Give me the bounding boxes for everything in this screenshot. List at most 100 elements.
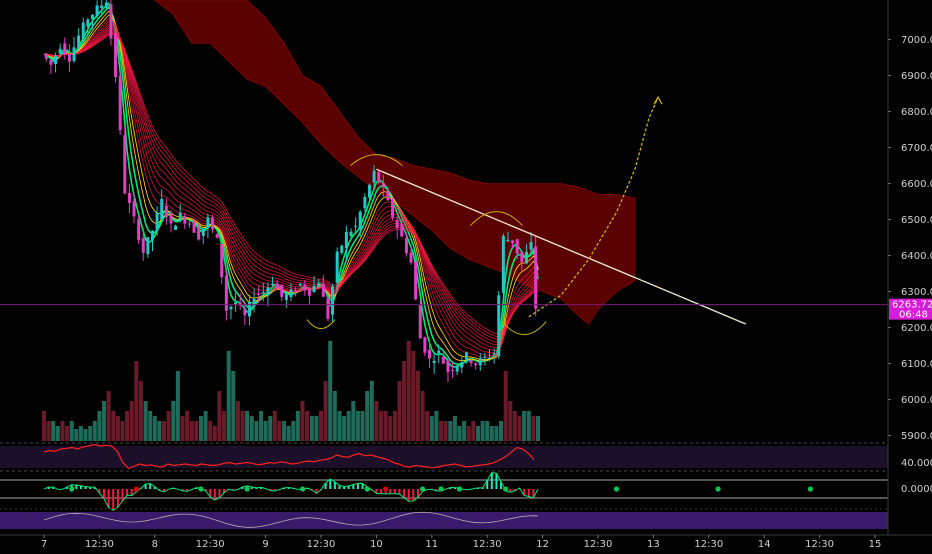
volume-bar: [485, 421, 489, 441]
candle-body: [308, 290, 311, 296]
candle-body: [91, 15, 94, 19]
candle-body: [460, 362, 463, 367]
macd-histogram-bar: [408, 489, 410, 501]
candle-body: [516, 239, 519, 253]
candle-body: [534, 247, 537, 309]
candle-body: [419, 305, 422, 338]
price-axis[interactable]: 7000.006900.006800.006700.006600.006500.…: [888, 0, 932, 550]
volume-bar: [282, 421, 286, 441]
candle-body: [77, 36, 80, 48]
volume-bar: [51, 421, 55, 441]
volume-bar: [430, 416, 434, 441]
volume-bar: [47, 421, 51, 441]
volume-bar: [171, 401, 175, 441]
volume-bar: [398, 381, 402, 441]
candle-body: [340, 246, 343, 253]
volume-bar: [273, 411, 277, 441]
volume-bar: [70, 421, 74, 441]
candle-body: [465, 352, 468, 359]
volume-bar: [499, 421, 503, 441]
volume-bar: [462, 421, 466, 441]
volume-bar: [204, 411, 208, 441]
price-tick-label: 6100.00: [901, 359, 932, 370]
macd-signal-dot: [134, 486, 139, 491]
candle-body: [197, 228, 200, 239]
candle-countdown: 06:48: [899, 310, 928, 321]
candle-body: [423, 337, 426, 352]
volume-bar: [185, 411, 189, 441]
volume-bar: [407, 341, 411, 441]
candle-body: [373, 171, 376, 183]
macd-axis-label: 0.0000: [901, 484, 932, 495]
volume-bar: [227, 351, 231, 441]
volume-bar: [153, 416, 157, 441]
candle-body: [525, 252, 528, 263]
time-tick-label: 12:30: [196, 539, 225, 550]
volume-bar: [319, 411, 323, 441]
volume-bar: [314, 416, 318, 441]
macd-histogram-bar: [121, 489, 123, 501]
rsi-axis-label: 40.0000: [901, 458, 932, 469]
macd-histogram-bar: [398, 489, 400, 494]
price-tick-label: 6600.00: [901, 179, 932, 190]
volume-bar: [453, 416, 457, 441]
volume-bar: [333, 391, 337, 441]
candle-body: [63, 43, 66, 54]
volume-bar: [490, 426, 494, 441]
volume-bar: [199, 416, 203, 441]
candle-body: [54, 56, 57, 64]
macd-signal-dot: [300, 486, 305, 491]
volume-bar: [217, 391, 221, 441]
macd-histogram-bar: [380, 489, 382, 494]
candle-body: [253, 299, 256, 307]
candle-body: [442, 357, 445, 363]
macd-histogram-bar: [403, 489, 405, 498]
volume-bar: [130, 401, 134, 441]
volume-bar: [434, 411, 438, 441]
volume-bar: [250, 416, 254, 441]
volume-bar: [162, 421, 166, 441]
macd-signal-dot: [365, 486, 370, 491]
volume-bar: [508, 401, 512, 441]
candle-body: [331, 286, 334, 314]
chart-canvas[interactable]: 7000.006900.006800.006700.006600.006500.…: [0, 0, 932, 550]
volume-bar: [374, 401, 378, 441]
volume-bar: [264, 421, 268, 441]
volume-bar: [291, 421, 295, 441]
volume-bar: [379, 411, 383, 441]
volume-bar: [416, 371, 420, 441]
volume-bar: [277, 421, 281, 441]
volume-bar: [121, 421, 125, 441]
volume-bar: [213, 426, 217, 441]
candle-body: [437, 351, 440, 354]
macd-signal-dot: [383, 486, 388, 491]
volume-bar: [296, 411, 300, 441]
volume-bar: [328, 341, 332, 441]
volume-bar: [481, 421, 485, 441]
candle-body: [350, 232, 353, 236]
candle-body: [433, 361, 436, 363]
volume-bar: [388, 416, 392, 441]
volume-bar: [448, 421, 452, 441]
volume-bar: [365, 391, 369, 441]
volume-bar: [148, 411, 152, 441]
volume-bar: [144, 401, 148, 441]
volume-bar: [245, 411, 249, 441]
volume-bar: [74, 429, 78, 441]
time-tick-label: 12:30: [85, 539, 114, 550]
volume-bar: [190, 421, 194, 441]
crypto-price-chart[interactable]: 7000.006900.006800.006700.006600.006500.…: [0, 0, 932, 550]
volume-bar: [97, 411, 101, 441]
macd-signal-dot: [438, 486, 443, 491]
volume-bar: [338, 411, 342, 441]
time-tick-label: 12:30: [694, 539, 723, 550]
volume-bar: [444, 421, 448, 441]
candle-body: [257, 294, 260, 295]
candle-body: [446, 361, 449, 372]
candle-body: [276, 283, 279, 288]
volume-bar: [56, 426, 60, 441]
candle-body: [396, 220, 399, 228]
volume-bar: [425, 411, 429, 441]
candle-body: [502, 236, 505, 293]
candle-body: [248, 302, 251, 317]
